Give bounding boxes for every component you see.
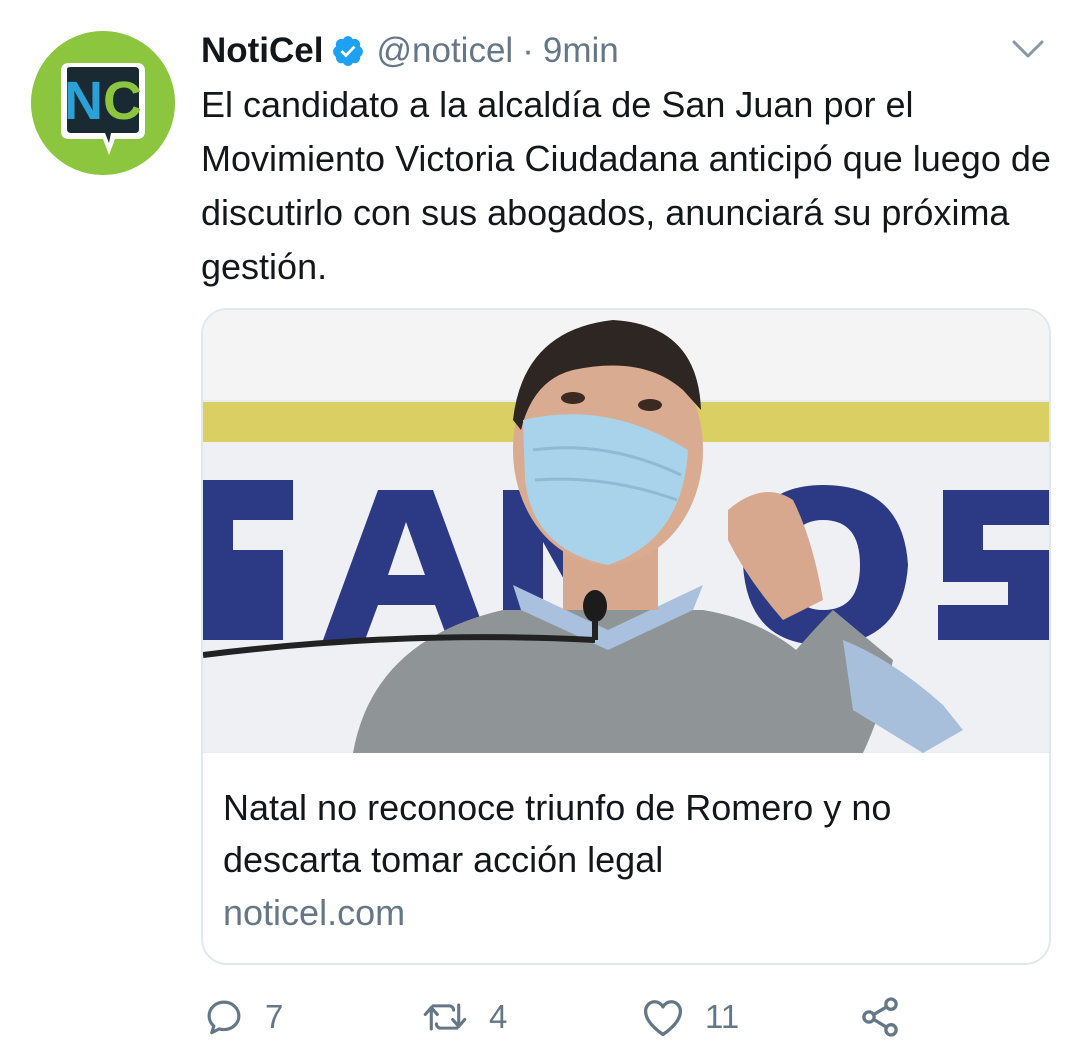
verified-badge-icon <box>332 36 363 67</box>
chevron-down-icon[interactable] <box>1010 36 1046 62</box>
reply-icon <box>207 1000 241 1035</box>
card-title: Natal no reconoce triunfo de Romero y no… <box>223 787 892 880</box>
card-image <box>203 310 1049 753</box>
link-card[interactable]: Natal no reconoce triunfo de Romero y no… <box>201 308 1051 965</box>
tweet-text: El candidato a la alcaldía de San Juan p… <box>201 84 1051 287</box>
noticel-logo: NC <box>31 31 175 175</box>
retweet-count: 4 <box>489 998 508 1035</box>
display-name[interactable]: NotiCel <box>201 31 324 71</box>
heart-icon <box>643 1000 683 1037</box>
reply-count: 7 <box>265 998 284 1035</box>
reply-button[interactable]: 7 <box>203 992 283 1042</box>
separator: · <box>522 31 534 70</box>
tweet-header: NotiCel @noticel · 9min <box>201 28 619 74</box>
share-icon <box>862 997 898 1037</box>
avatar[interactable]: NC <box>31 31 175 175</box>
retweet-icon <box>423 1003 467 1031</box>
like-button[interactable]: 11 <box>641 992 739 1042</box>
retweet-button[interactable]: 4 <box>421 992 507 1042</box>
share-button[interactable] <box>858 992 902 1042</box>
avatar-text: NC <box>64 71 142 131</box>
action-bar: 7 4 11 <box>203 992 923 1042</box>
handle[interactable]: @noticel <box>377 31 514 71</box>
card-domain: noticel.com <box>223 892 406 933</box>
like-count: 11 <box>705 998 740 1035</box>
timestamp[interactable]: 9min <box>543 31 619 71</box>
